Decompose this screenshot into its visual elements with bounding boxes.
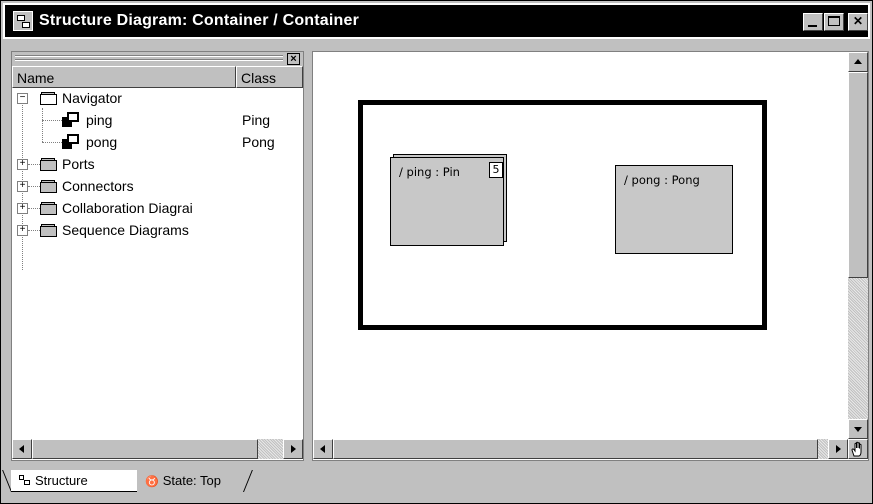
canvas-horizontal-scrollbar[interactable] (313, 439, 848, 459)
folder-icon (40, 224, 58, 237)
canvas-vertical-scrollbar[interactable] (848, 52, 868, 439)
tab-label: Structure (35, 473, 88, 488)
part-ping[interactable]: / ping : Pin (390, 157, 504, 246)
tab-structure[interactable]: Structure (11, 470, 137, 492)
folder-icon (40, 180, 58, 193)
scroll-thumb[interactable] (333, 439, 818, 459)
grip-line (15, 55, 283, 57)
tree-item-connectors[interactable]: + Connectors (12, 176, 303, 198)
tree-item-class: Pong (242, 134, 275, 150)
arrow-down-icon (854, 427, 862, 432)
arrow-left-icon (320, 445, 325, 453)
folder-open-icon (40, 92, 58, 105)
arrow-right-icon (291, 445, 296, 453)
close-icon: ✕ (852, 14, 864, 28)
tree-item-sequence-diagrams[interactable]: + Sequence Diagrams (12, 220, 303, 242)
structure-icon (19, 475, 31, 486)
maximize-button[interactable] (824, 13, 844, 31)
scroll-left-button[interactable] (313, 439, 333, 459)
tab-state-top[interactable]: ♉ State: Top (137, 470, 243, 492)
capsule-role-icon (62, 112, 80, 128)
grip-line (15, 59, 283, 61)
expand-icon[interactable]: + (17, 203, 28, 214)
scroll-thumb[interactable] (32, 439, 258, 459)
scroll-left-button[interactable] (12, 439, 32, 459)
expand-icon[interactable]: + (17, 181, 28, 192)
tree-item-label: Sequence Diagrams (62, 222, 189, 238)
state-icon: ♉ (145, 476, 159, 488)
column-header-class[interactable]: Class (236, 66, 303, 88)
scroll-right-button[interactable] (283, 439, 303, 459)
tab-label: State: Top (162, 473, 222, 488)
folder-icon (40, 158, 58, 171)
scroll-down-button[interactable] (848, 419, 868, 439)
tree-item-label: Navigator (62, 90, 122, 106)
structure-diagram-icon[interactable] (13, 11, 33, 31)
pane-close-button[interactable]: × (287, 53, 300, 65)
browser-horizontal-scrollbar[interactable] (12, 439, 303, 459)
tree-view: − Navigator ping Ping pong Pong + Ports (12, 88, 303, 428)
tree-item-label: Connectors (62, 178, 134, 194)
part-label: / ping : Pin (399, 165, 460, 179)
arrow-left-icon (19, 445, 24, 453)
tree-item-navigator[interactable]: − Navigator (12, 88, 303, 110)
arrow-right-icon (836, 445, 841, 453)
diagram-canvas[interactable]: / ping : Pin 5 / pong : Pong (312, 51, 869, 461)
arrow-up-icon (854, 59, 862, 64)
application-window: Structure Diagram: Container / Container… (0, 0, 873, 504)
pane-grip[interactable]: × (12, 52, 303, 66)
minimize-icon (808, 25, 817, 27)
title-bar[interactable]: Structure Diagram: Container / Container… (3, 3, 870, 39)
maximize-icon (828, 16, 840, 26)
diagram-tab-bar: Structure ♉ State: Top (2, 467, 870, 499)
tree-item-pong[interactable]: pong Pong (12, 132, 303, 154)
tree-item-label: ping (86, 112, 113, 128)
scroll-track[interactable] (258, 439, 283, 459)
capsule-role-icon (62, 134, 80, 150)
tree-item-ports[interactable]: + Ports (12, 154, 303, 176)
scroll-right-button[interactable] (828, 439, 848, 459)
part-label: / pong : Pong (624, 173, 700, 187)
scroll-thumb[interactable] (848, 72, 868, 278)
scroll-track[interactable] (818, 439, 828, 459)
tree-item-collaboration-diagrams[interactable]: + Collaboration Diagrai (12, 198, 252, 220)
folder-icon (40, 202, 58, 215)
window-title: Structure Diagram: Container / Container (39, 12, 360, 29)
tree-item-class: Ping (242, 112, 271, 128)
browser-pane: × Name Class − Navigator ping Ping pong … (11, 51, 304, 461)
minimize-button[interactable] (803, 13, 823, 31)
close-button[interactable]: ✕ (848, 13, 868, 31)
tab-divider (243, 470, 253, 492)
tree-item-ping[interactable]: ping Ping (12, 110, 303, 132)
column-header-name[interactable]: Name (12, 66, 236, 88)
hand-pan-icon[interactable] (848, 439, 868, 459)
part-pong[interactable]: / pong : Pong (615, 165, 733, 254)
scroll-track[interactable] (848, 278, 868, 419)
tree-item-label: Ports (62, 156, 95, 172)
multiplicity-badge: 5 (489, 162, 503, 178)
expand-icon[interactable]: + (17, 225, 28, 236)
tree-item-label: pong (86, 134, 118, 150)
tree-item-label: Collaboration Diagrai (62, 200, 193, 216)
scroll-up-button[interactable] (848, 52, 868, 72)
collapse-icon[interactable]: − (17, 93, 28, 104)
expand-icon[interactable]: + (17, 159, 28, 170)
